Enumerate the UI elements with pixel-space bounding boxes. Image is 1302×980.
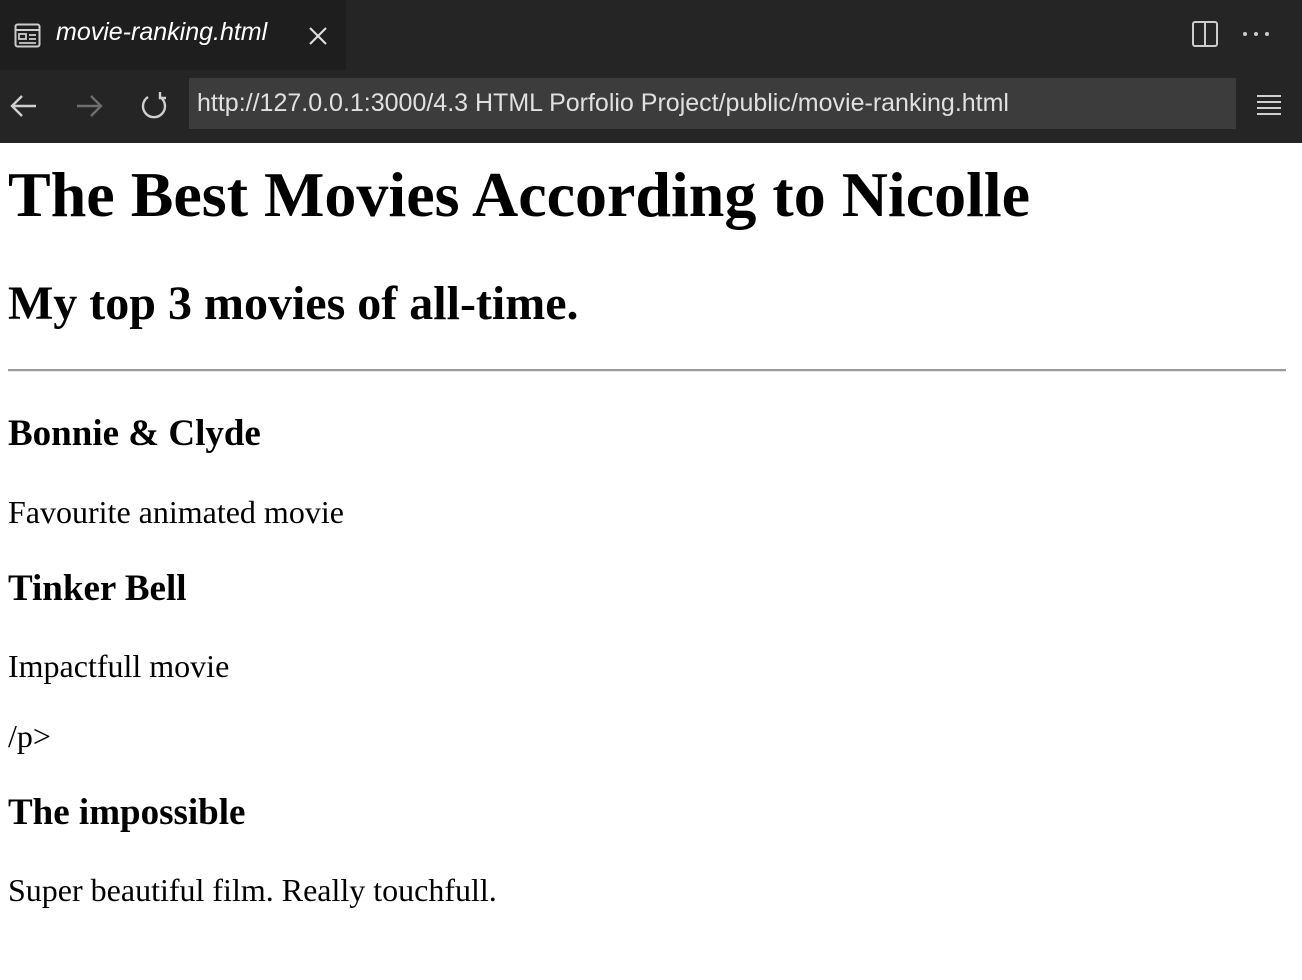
page-heading: The Best Movies According to Nicolle bbox=[8, 159, 1031, 230]
address-bar[interactable]: http://127.0.0.1:3000/4.3 HTML Porfolio … bbox=[189, 78, 1236, 129]
tab-bar: movie-ranking.html bbox=[0, 0, 1302, 70]
movie-title: Tinker Bell bbox=[8, 568, 187, 609]
movie-title: Bonnie & Clyde bbox=[8, 413, 261, 454]
split-editor-icon[interactable] bbox=[1190, 19, 1220, 49]
forward-arrow-icon[interactable] bbox=[73, 90, 105, 122]
menu-icon[interactable] bbox=[1255, 93, 1283, 119]
active-tab[interactable]: movie-ranking.html bbox=[0, 0, 346, 70]
close-icon[interactable] bbox=[306, 24, 330, 48]
horizontal-rule bbox=[8, 369, 1286, 372]
stray-text: /p> bbox=[8, 718, 51, 754]
reload-icon[interactable] bbox=[138, 90, 170, 122]
more-actions-icon[interactable] bbox=[1240, 26, 1272, 42]
movie-description: Impactfull movie bbox=[8, 648, 230, 684]
movie-description: Super beautiful film. Really touchfull. bbox=[8, 872, 497, 908]
page-subheading: My top 3 movies of all-time. bbox=[8, 277, 579, 330]
movie-description: Favourite animated movie bbox=[8, 494, 344, 530]
tab-title: movie-ranking.html bbox=[56, 18, 268, 46]
navigation-bar: http://127.0.0.1:3000/4.3 HTML Porfolio … bbox=[0, 70, 1302, 143]
preview-page-icon bbox=[14, 23, 41, 48]
movie-title: The impossible bbox=[8, 792, 246, 833]
back-arrow-icon[interactable] bbox=[8, 90, 40, 122]
